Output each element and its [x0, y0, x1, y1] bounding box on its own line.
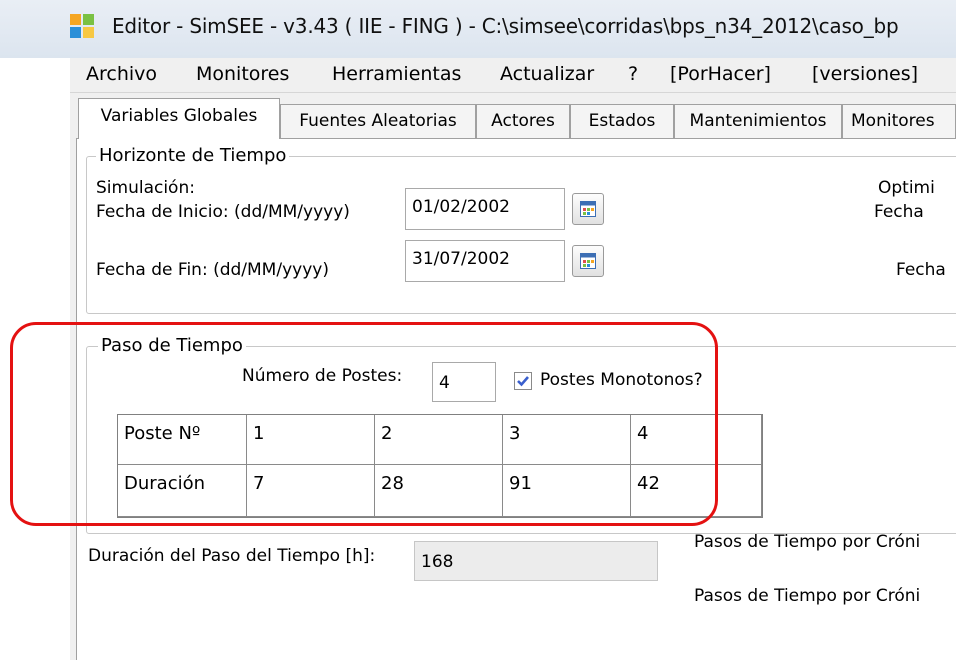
optim-fecha-inicio-label: Fecha — [874, 202, 924, 222]
menu-porhacer[interactable]: [PorHacer] — [670, 63, 771, 85]
fecha-inicio-label: Fecha de Inicio: (dd/MM/yyyy) — [96, 202, 350, 222]
paso-legend: Paso de Tiempo — [98, 335, 246, 356]
grid-cell[interactable]: 42 — [631, 465, 762, 517]
num-postes-input[interactable]: 4 — [432, 362, 496, 402]
grid-cell[interactable]: 3 — [503, 415, 631, 465]
pasos-cronica-label-1: Pasos de Tiempo por Cróni — [694, 532, 921, 552]
tab-fuentes-aleatorias[interactable]: Fuentes Aleatorias — [280, 104, 476, 138]
calendar-icon — [580, 201, 596, 217]
postes-monotonos-label: Postes Monotonos? — [540, 370, 703, 390]
grid-cell[interactable]: 7 — [247, 465, 375, 517]
optimizacion-label: Optimi — [878, 178, 935, 198]
tab-monitores[interactable]: Monitores — [842, 104, 956, 138]
calendar-icon — [580, 253, 596, 269]
grid-cell[interactable]: 28 — [375, 465, 503, 517]
menu-actualizar[interactable]: Actualizar — [500, 63, 594, 85]
grid-cell[interactable]: 91 — [503, 465, 631, 517]
duracion-paso-input: 168 — [414, 541, 658, 581]
app-icon — [70, 14, 94, 38]
pasos-cronica-label-2: Pasos de Tiempo por Cróni — [694, 586, 921, 606]
postes-monotonos-checkbox[interactable] — [514, 372, 532, 390]
checkmark-icon — [517, 376, 529, 387]
fecha-inicio-input[interactable]: 01/02/2002 — [405, 188, 565, 230]
fecha-inicio-calendar-button[interactable] — [572, 193, 604, 225]
tab-mantenimientos[interactable]: Mantenimientos — [674, 104, 842, 138]
tab-actores[interactable]: Actores — [476, 104, 570, 138]
grid-header-duracion: Duración — [118, 465, 247, 517]
postes-grid[interactable]: Poste Nº 1 2 3 4 Duración 7 28 91 42 — [117, 414, 763, 518]
grid-cell[interactable]: 2 — [375, 415, 503, 465]
menu-help[interactable]: ? — [628, 63, 638, 85]
left-margin — [0, 58, 70, 660]
window-title: Editor - SimSEE - v3.43 ( IIE - FING ) -… — [112, 14, 899, 38]
horizonte-legend: Horizonte de Tiempo — [96, 145, 290, 166]
menu-monitores[interactable]: Monitores — [196, 63, 289, 85]
fecha-fin-input[interactable]: 31/07/2002 — [405, 240, 565, 282]
grid-cell[interactable]: 1 — [247, 415, 375, 465]
duracion-paso-label: Duración del Paso del Tiempo [h]: — [88, 546, 376, 566]
fecha-fin-label: Fecha de Fin: (dd/MM/yyyy) — [96, 260, 329, 280]
menu-herramientas[interactable]: Herramientas — [332, 63, 461, 85]
grid-cell[interactable]: 4 — [631, 415, 762, 465]
optim-fecha-fin-label: Fecha — [896, 260, 946, 280]
tab-variables-globales[interactable]: Variables Globales — [78, 98, 280, 139]
menu-archivo[interactable]: Archivo — [86, 63, 157, 85]
horizonte-group — [86, 156, 956, 314]
num-postes-label: Número de Postes: — [242, 366, 403, 386]
grid-header-poste: Poste Nº — [118, 415, 247, 465]
fecha-fin-calendar-button[interactable] — [572, 245, 604, 277]
menu-bar: Archivo Monitores Herramientas Actualiza… — [70, 58, 956, 93]
menu-versiones[interactable]: [versiones] — [812, 63, 918, 85]
simulacion-label: Simulación: — [96, 178, 195, 198]
tab-estados[interactable]: Estados — [570, 104, 674, 138]
